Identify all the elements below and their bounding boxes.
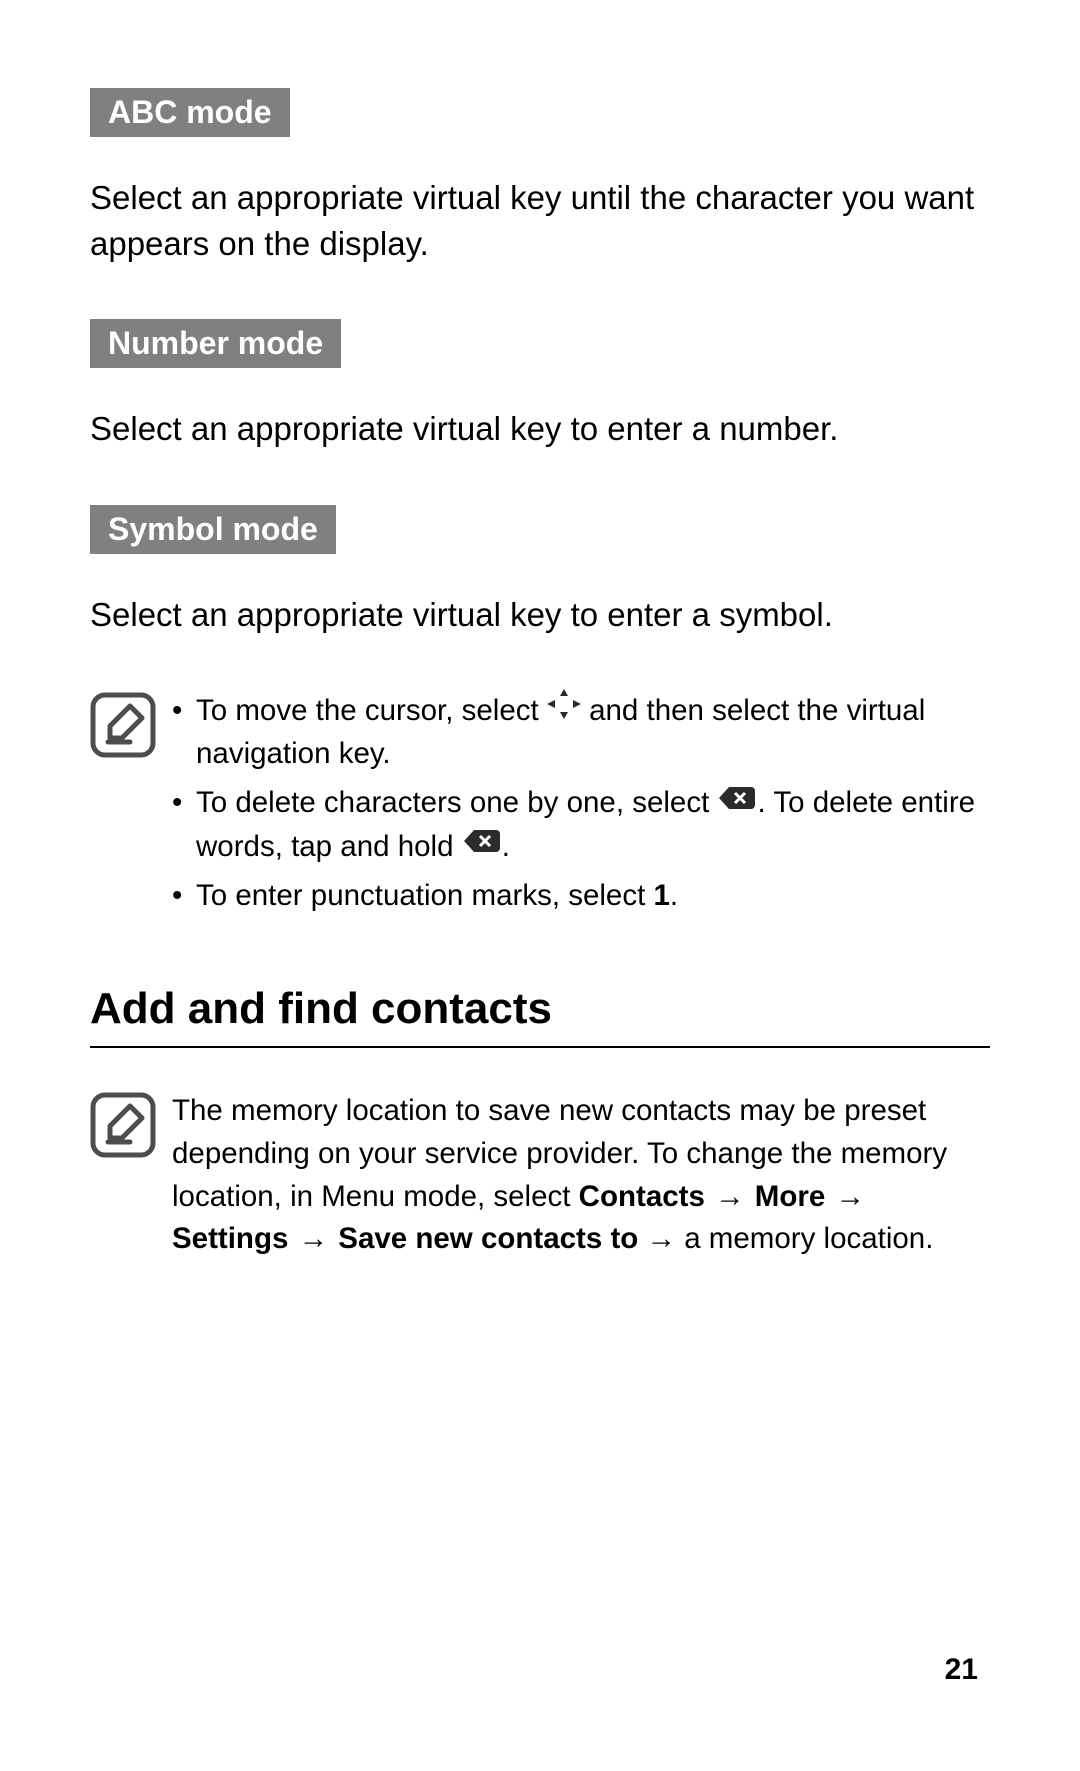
backspace-icon bbox=[462, 824, 502, 867]
arrow-icon: → bbox=[833, 1180, 867, 1213]
text-abc-body: Select an appropriate virtual key until … bbox=[90, 175, 990, 267]
label-abc-mode: ABC mode bbox=[90, 88, 290, 137]
nav-arrows-icon bbox=[547, 689, 581, 732]
memo-path4: Save new contacts to bbox=[338, 1222, 638, 1255]
text-symbol-body: Select an appropriate virtual key to ent… bbox=[90, 592, 990, 638]
tip-delete: To delete characters one by one, select … bbox=[172, 782, 990, 869]
note-icon bbox=[90, 692, 172, 763]
heading-wrap: Add and find contacts bbox=[90, 984, 990, 1048]
tip-punct-a: To enter punctuation marks, select bbox=[196, 879, 653, 912]
tip-cursor: To move the cursor, select and then sele… bbox=[172, 690, 990, 776]
page: ABC mode Select an appropriate virtual k… bbox=[0, 0, 1080, 1771]
label-number-mode: Number mode bbox=[90, 319, 341, 368]
tip-cursor-a: To move the cursor, select bbox=[196, 694, 547, 727]
tip-delete-a: To delete characters one by one, select bbox=[196, 786, 717, 819]
note-icon bbox=[90, 1092, 172, 1163]
heading-add-find-contacts: Add and find contacts bbox=[90, 984, 990, 1048]
section-symbol: Symbol mode bbox=[90, 505, 990, 572]
tip-punct-b: . bbox=[670, 879, 678, 912]
memo-path2: More bbox=[755, 1180, 825, 1213]
memo-tail: → a memory location. bbox=[638, 1222, 933, 1255]
arrow-icon: → bbox=[297, 1222, 331, 1255]
memo-intro: The memory location to save new contacts… bbox=[172, 1094, 947, 1213]
memo-path1: Contacts bbox=[579, 1180, 705, 1213]
text-number-body: Select an appropriate virtual key to ent… bbox=[90, 406, 990, 452]
section-abc: ABC mode bbox=[90, 88, 990, 155]
page-number: 21 bbox=[945, 1653, 978, 1687]
tip-punct-key: 1 bbox=[653, 879, 669, 912]
note-memory: The memory location to save new contacts… bbox=[90, 1090, 990, 1261]
note-memory-body: The memory location to save new contacts… bbox=[172, 1090, 990, 1261]
tip-punct: To enter punctuation marks, select 1. bbox=[172, 875, 990, 918]
label-symbol-mode: Symbol mode bbox=[90, 505, 336, 554]
note-icon-col bbox=[90, 1090, 172, 1163]
section-number: Number mode bbox=[90, 319, 990, 386]
memo-path3: Settings bbox=[172, 1222, 288, 1255]
tips-list: To move the cursor, select and then sele… bbox=[172, 690, 990, 918]
arrow-icon: → bbox=[713, 1180, 747, 1213]
note-tips: To move the cursor, select and then sele… bbox=[90, 690, 990, 924]
note-tips-body: To move the cursor, select and then sele… bbox=[172, 690, 990, 924]
note-icon-col bbox=[90, 690, 172, 763]
tip-delete-c: . bbox=[502, 830, 510, 863]
backspace-icon bbox=[717, 781, 757, 824]
